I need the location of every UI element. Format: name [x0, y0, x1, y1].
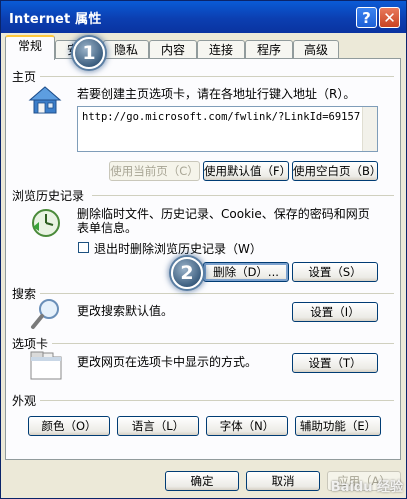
search-divider — [40, 293, 394, 294]
tab-advanced[interactable]: 高级 — [293, 40, 339, 59]
tab-privacy[interactable]: 隐私 — [103, 40, 149, 59]
search-magnifier-icon — [30, 297, 62, 331]
window-title: Internet 属性 — [9, 12, 102, 27]
use-default-button[interactable]: 使用默认值（F） — [203, 161, 291, 181]
search-description: 更改搜索默认值。 — [77, 304, 174, 318]
history-clock-icon — [30, 207, 62, 239]
colors-button[interactable]: 颜色（O） — [28, 416, 110, 436]
tabs-description: 更改网页在选项卡中显示的方式。 — [77, 355, 258, 369]
cancel-button[interactable]: 取消 — [246, 471, 320, 491]
delete-on-exit-checkbox[interactable] — [78, 242, 89, 253]
tab-strip: 常规 安全 隐私 内容 连接 程序 高级 — [1, 35, 406, 60]
tab-connections[interactable]: 连接 — [197, 40, 245, 59]
history-section-label: 浏览历史记录 — [12, 189, 85, 203]
delete-on-exit-label: 退出时删除浏览历史记录（W） — [94, 242, 262, 256]
languages-button[interactable]: 语言（L） — [117, 416, 199, 436]
step-2-callout: 2 — [171, 257, 203, 289]
help-button[interactable]: ? — [356, 7, 377, 28]
home-icon — [28, 85, 62, 115]
tab-programs[interactable]: 程序 — [245, 40, 293, 59]
homepage-url-input[interactable]: http://go.microsoft.com/fwlink/?LinkId=6… — [77, 106, 378, 152]
general-tab-panel: 主页 若要创建主页选项卡，请在各地址行键入地址（R）。 http://go.mi… — [5, 58, 401, 460]
history-settings-button[interactable]: 设置（S） — [292, 262, 378, 282]
url-scrollbar[interactable] — [362, 107, 377, 151]
title-bar[interactable]: Internet 属性 ? ✕ — [1, 1, 406, 33]
ok-button[interactable]: 确定 — [165, 471, 239, 491]
homepage-divider — [40, 76, 394, 77]
use-blank-button[interactable]: 使用空白页（B） — [292, 161, 381, 181]
tabs-divider — [52, 343, 394, 344]
tabs-settings-button[interactable]: 设置（T） — [292, 353, 378, 373]
use-current-button[interactable]: 使用当前页（C） — [109, 161, 200, 181]
step-1-callout: 1 — [73, 37, 105, 69]
accessibility-button[interactable]: 辅助功能（E） — [295, 416, 381, 436]
tabs-section-label: 选项卡 — [12, 337, 49, 351]
appearance-section-label: 外观 — [12, 394, 37, 408]
search-settings-button[interactable]: 设置（I） — [292, 302, 378, 322]
tab-content[interactable]: 内容 — [149, 40, 197, 59]
close-button[interactable]: ✕ — [379, 7, 400, 28]
history-divider — [92, 195, 394, 196]
tabs-window-icon — [30, 351, 62, 381]
watermark: Baidu 经验 — [330, 480, 403, 495]
appearance-divider — [40, 400, 394, 401]
homepage-instruction: 若要创建主页选项卡，请在各地址行键入地址（R）。 — [77, 87, 356, 101]
history-description-line1: 删除临时文件、历史记录、Cookie、保存的密码和网页 — [77, 207, 370, 221]
internet-options-window: Internet 属性 ? ✕ 常规 安全 隐私 内容 连接 程序 高级 1 主… — [0, 0, 407, 499]
delete-history-button[interactable]: 删除（D）... — [203, 262, 289, 282]
history-description-line2: 表单信息。 — [77, 221, 138, 235]
homepage-section-label: 主页 — [12, 70, 37, 84]
homepage-url-value: http://go.microsoft.com/fwlink/?LinkId=6… — [82, 111, 361, 123]
tab-general[interactable]: 常规 — [5, 35, 55, 60]
fonts-button[interactable]: 字体（N） — [206, 416, 288, 436]
